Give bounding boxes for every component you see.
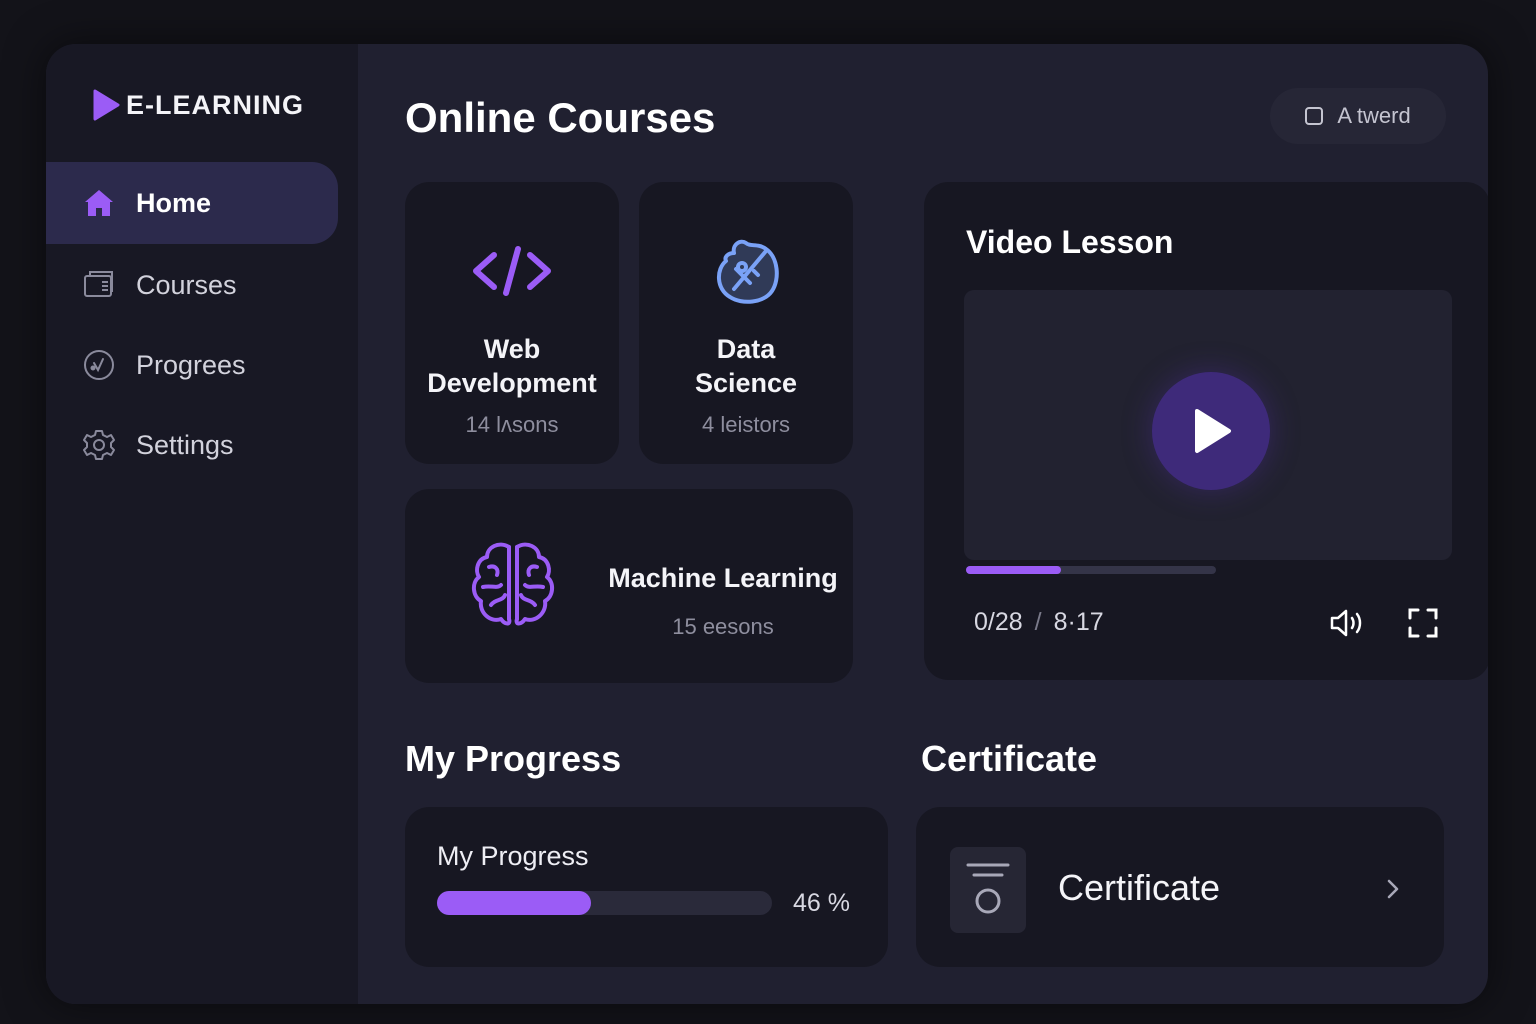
page-title: Online Courses bbox=[405, 94, 716, 141]
video-title: Video Lesson bbox=[966, 224, 1174, 260]
course-title: Web Development bbox=[427, 332, 597, 400]
main-content: Online Courses A twerd Web Development 1… bbox=[358, 44, 1488, 1004]
sidebar-item-label: Settings bbox=[136, 429, 234, 460]
sidebar-item-home[interactable]: Home bbox=[46, 162, 338, 244]
video-seek-bar[interactable] bbox=[966, 566, 1216, 574]
progress-icon bbox=[82, 348, 116, 382]
progress-bar-fill bbox=[437, 891, 592, 915]
certificate-card[interactable]: Certificate bbox=[916, 807, 1444, 967]
sidebar-item-label: Home bbox=[136, 187, 212, 218]
app-window: E-LEARNING Home Courses Progrees Setting… bbox=[46, 44, 1488, 1004]
square-icon bbox=[1305, 107, 1324, 125]
sidebar-item-courses[interactable]: Courses bbox=[46, 244, 338, 326]
video-seek-fill bbox=[966, 566, 1061, 574]
brain-icon bbox=[463, 535, 563, 635]
certificate-section-title: Certificate bbox=[921, 738, 1098, 779]
course-lessons: 14 lʌsons bbox=[465, 412, 559, 437]
certificate-label: Certificate bbox=[1058, 867, 1221, 908]
sidebar: E-LEARNING Home Courses Progrees Setting… bbox=[46, 44, 358, 1004]
progress-section-title: My Progress bbox=[405, 738, 622, 779]
home-icon bbox=[82, 186, 116, 220]
gear-icon bbox=[82, 428, 116, 462]
video-duration: 8·17 bbox=[1053, 608, 1104, 636]
progress-bar bbox=[437, 891, 772, 915]
sidebar-item-settings[interactable]: Settings bbox=[46, 404, 338, 486]
course-title-line: Development bbox=[427, 368, 597, 398]
video-lesson-card: Video Lesson 0/28 / 8·17 bbox=[924, 182, 1488, 680]
course-title-line: Web bbox=[483, 334, 541, 364]
play-button[interactable] bbox=[1152, 372, 1270, 490]
header-action-button[interactable]: A twerd bbox=[1270, 88, 1446, 144]
course-lessons: 15 eesons bbox=[672, 614, 774, 639]
video-time-separator: / bbox=[1034, 608, 1042, 636]
sidebar-item-progress[interactable]: Progrees bbox=[46, 324, 338, 406]
course-lessons: 4 leistors bbox=[701, 412, 791, 437]
certificate-icon bbox=[950, 847, 1026, 933]
data-science-icon bbox=[701, 226, 791, 316]
sidebar-item-label: Courses bbox=[136, 269, 237, 300]
course-title: Machine Learning bbox=[608, 563, 838, 593]
course-card-machine-learning[interactable]: Machine Learning 15 eesons bbox=[405, 489, 853, 683]
play-icon bbox=[1195, 409, 1231, 453]
fullscreen-icon bbox=[1408, 608, 1438, 638]
video-time: 0/28 / 8·17 bbox=[974, 608, 1104, 637]
logo-text: E-LEARNING bbox=[126, 89, 304, 120]
volume-icon bbox=[1330, 609, 1362, 637]
video-current-time: 0/28 bbox=[974, 608, 1023, 636]
volume-button[interactable] bbox=[1328, 606, 1366, 640]
course-card-data-science[interactable]: Data Science 4 leistors bbox=[639, 182, 853, 464]
courses-icon bbox=[82, 268, 116, 302]
video-player[interactable] bbox=[964, 290, 1452, 560]
progress-label: My Progress bbox=[437, 841, 589, 871]
sidebar-item-label: Progrees bbox=[136, 349, 246, 380]
fullscreen-button[interactable] bbox=[1406, 606, 1440, 640]
course-title-line: Science bbox=[694, 368, 798, 398]
progress-percent: 46 % bbox=[793, 889, 850, 917]
header-action-label: A twerd bbox=[1337, 103, 1411, 128]
play-logo-icon bbox=[93, 89, 120, 121]
course-card-web-development[interactable]: Web Development 14 lʌsons bbox=[405, 182, 619, 464]
logo: E-LEARNING bbox=[92, 88, 304, 122]
progress-card: My Progress 46 % bbox=[405, 807, 888, 967]
course-title-line: Data bbox=[716, 334, 776, 364]
course-title: Data Science bbox=[695, 332, 797, 400]
code-icon bbox=[467, 226, 557, 316]
chevron-right-icon bbox=[1387, 879, 1399, 899]
